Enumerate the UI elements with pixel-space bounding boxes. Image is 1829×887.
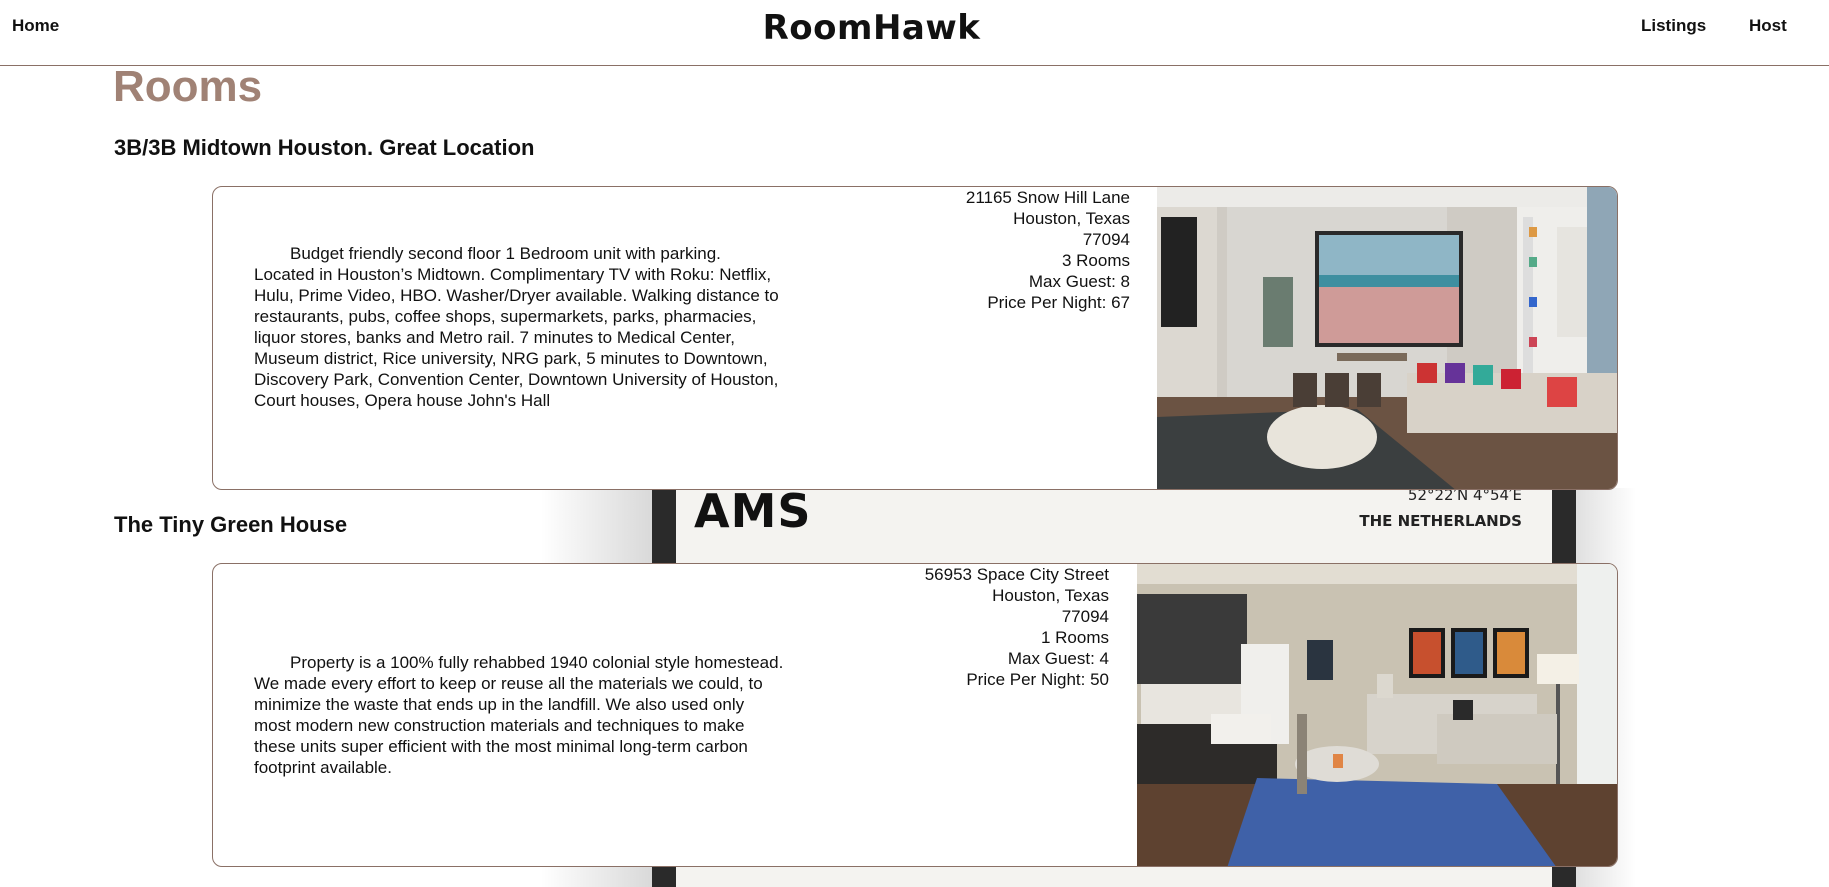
- listing-photo[interactable]: [1137, 564, 1617, 866]
- page-title: Rooms: [113, 62, 263, 111]
- poster-headline: AMS: [694, 484, 812, 538]
- listing-title[interactable]: 3B/3B Midtown Houston. Great Location: [114, 135, 534, 161]
- listing-max-guest: Max Guest: 8: [1028, 272, 1130, 291]
- listing-rooms: 3 Rooms: [1061, 251, 1130, 270]
- listing-details: 21165 Snow Hill Lane Houston, Texas 7709…: [966, 187, 1130, 313]
- listing-details: 56953 Space City Street Houston, Texas 7…: [925, 564, 1109, 690]
- listing-street: 56953 Space City Street: [924, 565, 1109, 584]
- listing-photo[interactable]: [1157, 187, 1617, 489]
- nav-listings-link[interactable]: Listings: [1641, 16, 1706, 36]
- poster-country: THE NETHERLANDS: [1359, 512, 1522, 530]
- brand-logo[interactable]: RoomHawk: [0, 8, 1743, 48]
- listing-card[interactable]: Property is a 100% fully rehabbed 1940 c…: [212, 563, 1618, 867]
- living-room-photo: [1137, 564, 1617, 866]
- listing-zip: 77094: [1082, 230, 1130, 249]
- listing-description: Budget friendly second floor 1 Bedroom u…: [254, 244, 779, 410]
- listing-price: Price Per Night: 50: [966, 670, 1109, 689]
- listing-card[interactable]: Budget friendly second floor 1 Bedroom u…: [212, 186, 1618, 490]
- listing-city: Houston, Texas: [992, 586, 1109, 605]
- listing-price: Price Per Night: 67: [987, 293, 1130, 312]
- listing-city: Houston, Texas: [1013, 209, 1130, 228]
- living-room-photo: [1157, 187, 1617, 489]
- listing-title[interactable]: The Tiny Green House: [114, 512, 347, 538]
- listing-description: Property is a 100% fully rehabbed 1940 c…: [254, 653, 784, 777]
- listing-rooms: 1 Rooms: [1040, 628, 1109, 647]
- listing-street: 21165 Snow Hill Lane: [965, 188, 1130, 207]
- nav-host-link[interactable]: Host: [1749, 16, 1787, 36]
- listing-zip: 77094: [1061, 607, 1109, 626]
- top-navbar: Home RoomHawk Listings Host: [0, 0, 1829, 66]
- listing-max-guest: Max Guest: 4: [1007, 649, 1109, 668]
